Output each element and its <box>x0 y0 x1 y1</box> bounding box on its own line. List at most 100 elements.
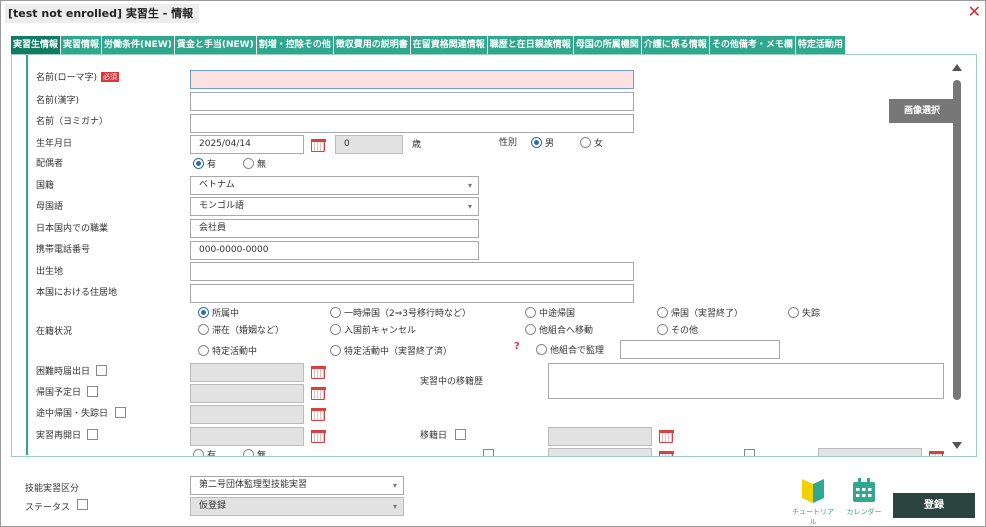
spouse-no-radio[interactable]: 無 <box>243 157 266 170</box>
return-date-checkbox[interactable] <box>87 386 98 397</box>
radio-circle <box>330 307 341 318</box>
status-specific-radio[interactable]: 特定活動中 <box>198 344 257 357</box>
status-select: 仮登録 <box>190 497 404 516</box>
status-missing-radio[interactable]: 失踪 <box>788 306 820 319</box>
radio-circle <box>198 307 209 318</box>
required-badge: 必須 <box>101 72 120 82</box>
mobile-label: 携帯電話番号 <box>36 245 91 255</box>
nationality-select[interactable]: ベトナム <box>190 176 479 195</box>
return-date-label: 帰国予定日 <box>36 388 82 398</box>
help-icon[interactable]: ? <box>514 341 520 352</box>
cut-no-radio[interactable]: 無 <box>243 448 266 456</box>
other-union-input[interactable] <box>620 340 780 359</box>
transfer-history-textarea[interactable] <box>548 363 944 399</box>
status-temp-return-radio[interactable]: 一時帰国（2⇒3号移行時など） <box>330 306 471 319</box>
transfer-date-checkbox[interactable] <box>455 429 466 440</box>
status-bottom-label: ステータス <box>25 503 71 513</box>
scroll-up-icon[interactable] <box>952 64 962 71</box>
home-address-input[interactable] <box>190 284 634 303</box>
radio-circle <box>525 324 536 335</box>
calendar-icon[interactable] <box>311 406 326 421</box>
age-field: 0 <box>335 135 403 154</box>
tutorial-label: チュートリアル <box>792 508 834 526</box>
tutorial-button[interactable]: チュートリアル <box>789 477 837 527</box>
spouse-yes-radio[interactable]: 有 <box>193 157 216 170</box>
name-roman-input[interactable] <box>190 70 634 89</box>
window-title: [test not enrolled] 実習生 - 情報 <box>5 4 200 23</box>
tab-nursing[interactable]: 介護に係る情報 <box>641 36 709 54</box>
status-specific-done-radio[interactable]: 特定活動中（実習終了済） <box>330 344 452 357</box>
radio-circle <box>788 307 799 318</box>
midway-return-checkbox[interactable] <box>115 407 126 418</box>
tab-premiums[interactable]: 割増・控除その他 <box>256 36 333 54</box>
calendar-icon[interactable] <box>311 364 326 379</box>
transfer-date-input <box>548 427 652 446</box>
calendar-icon[interactable] <box>311 137 326 152</box>
midway-return-label: 途中帰国・失踪日 <box>36 409 109 419</box>
birthdate-input[interactable]: 2025/04/14 <box>190 135 304 154</box>
status-label: 在籍状況 <box>36 327 73 337</box>
transfer-date-label: 移籍日 <box>420 431 448 441</box>
status-returned-radio[interactable]: 帰国（実習終了） <box>657 306 743 319</box>
scroll-down-icon[interactable] <box>952 442 962 449</box>
mother-tongue-select[interactable]: モンゴル語 <box>190 197 479 216</box>
calendar-icon[interactable] <box>311 428 326 443</box>
calendar-button[interactable]: カレンダー <box>841 477 887 517</box>
cut-checkbox[interactable] <box>483 449 494 456</box>
status-stay-radio[interactable]: 滞在（婚姻など） <box>198 323 284 336</box>
cut-yes-radio[interactable]: 有 <box>193 448 216 456</box>
scroll-thumb[interactable] <box>953 80 961 400</box>
birthplace-input[interactable] <box>190 262 634 281</box>
register-button[interactable]: 登録 <box>893 493 975 518</box>
status-other-union-radio[interactable]: 他組合で監理 <box>536 343 604 356</box>
close-icon[interactable]: ✕ <box>968 1 981 23</box>
name-kanji-input[interactable] <box>190 92 634 111</box>
radio-circle <box>531 137 542 148</box>
status-other-radio[interactable]: その他 <box>657 323 698 336</box>
tab-wages[interactable]: 賃金と手当(NEW) <box>174 36 256 54</box>
birthplace-label: 出生地 <box>36 267 64 277</box>
status-midway-return-radio[interactable]: 中途帰国 <box>525 306 575 319</box>
tab-home-org[interactable]: 母国の所属機関 <box>573 36 641 54</box>
restart-date-checkbox[interactable] <box>87 429 98 440</box>
training-type-select[interactable]: 第二号団体監理型技能実習 <box>190 476 404 495</box>
form-panel: 名前(ローマ字) 必須 名前(漢字) 名前（ヨミガナ） 生年月日 2025/04/… <box>11 54 977 457</box>
radio-circle <box>580 137 591 148</box>
calendar-icon[interactable] <box>659 449 674 456</box>
transfer-history-label: 実習中の移籍歴 <box>420 377 484 387</box>
mobile-input[interactable]: 000-0000-0000 <box>190 241 479 260</box>
mother-tongue-label: 母国語 <box>36 202 64 212</box>
scrollbar[interactable] <box>952 64 962 449</box>
select-image-button[interactable]: 画像選択 <box>889 99 955 123</box>
radio-circle <box>198 324 209 335</box>
tab-fees[interactable]: 徴収費用の説明書 <box>333 36 410 54</box>
status-checkbox[interactable] <box>77 499 88 510</box>
tab-labor-conditions[interactable]: 労働条件(NEW) <box>102 36 174 54</box>
tab-specific[interactable]: 特定活動用 <box>795 36 845 54</box>
calendar-icon[interactable] <box>659 428 674 443</box>
status-enrolled-radio[interactable]: 所属中 <box>198 306 239 319</box>
radio-circle <box>243 158 254 169</box>
gender-female-radio[interactable]: 女 <box>580 136 603 149</box>
calendar-large-icon <box>853 478 875 502</box>
name-kana-input[interactable] <box>190 114 634 133</box>
job-input[interactable]: 会社員 <box>190 219 479 238</box>
calendar-icon[interactable] <box>929 449 944 456</box>
training-type-label: 技能実習区分 <box>25 484 80 494</box>
tab-residence[interactable]: 在留資格関連情報 <box>410 36 487 54</box>
tab-trainee-info[interactable]: 実習生情報 <box>11 36 61 54</box>
age-unit: 歳 <box>412 140 422 150</box>
status-cancel-radio[interactable]: 入国前キャンセル <box>330 323 416 336</box>
radio-circle <box>525 307 536 318</box>
tab-notes[interactable]: その他備考・メモ欄 <box>709 36 795 54</box>
cut-checkbox-2[interactable] <box>744 449 755 456</box>
cut-input-2 <box>818 448 922 456</box>
tab-training-info[interactable]: 実習情報 <box>61 36 102 54</box>
job-label: 日本国内での職業 <box>36 224 109 234</box>
name-kana-label: 名前（ヨミガナ） <box>36 117 109 127</box>
gender-male-radio[interactable]: 男 <box>531 136 554 149</box>
difficulty-date-checkbox[interactable] <box>96 365 107 376</box>
tab-career[interactable]: 職歴と在日親族情報 <box>487 36 573 54</box>
calendar-icon[interactable] <box>311 385 326 400</box>
status-transfer-radio[interactable]: 他組合へ移動 <box>525 323 593 336</box>
